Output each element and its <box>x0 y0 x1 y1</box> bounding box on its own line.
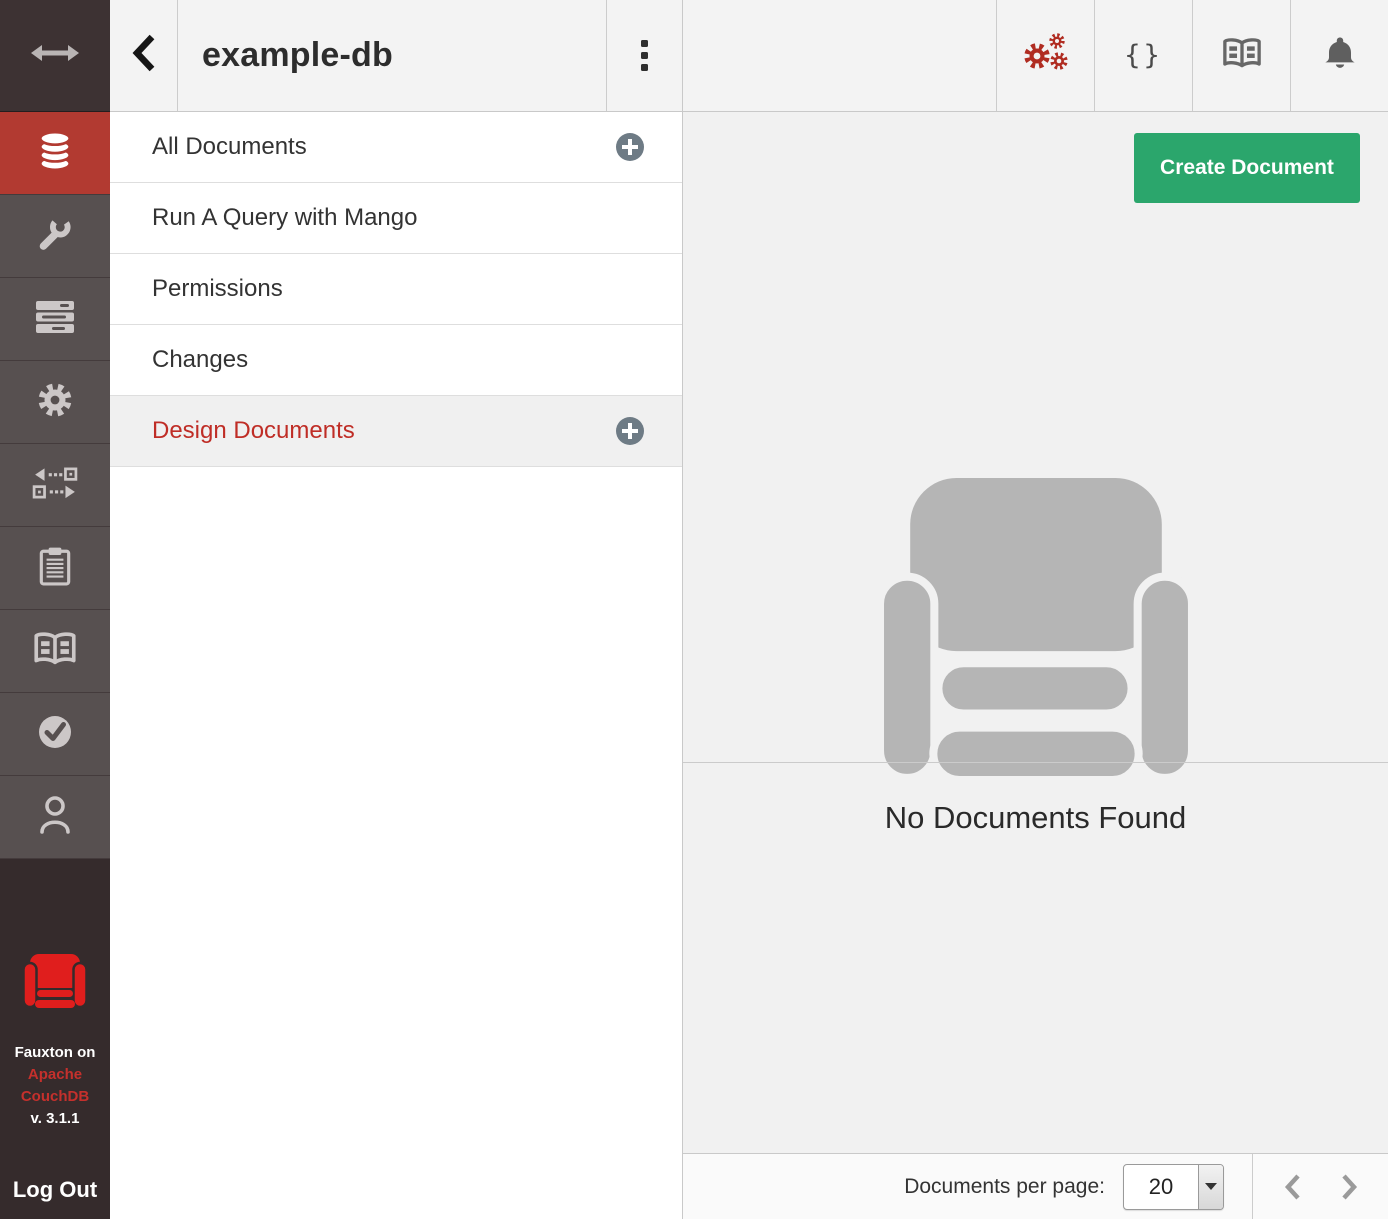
book-icon <box>32 630 78 672</box>
wrench-icon <box>36 215 74 258</box>
database-icon <box>34 129 76 178</box>
notifications-button[interactable] <box>1290 0 1388 111</box>
database-panel-header: example-db <box>110 0 682 112</box>
couch-illustration <box>880 478 1192 785</box>
main-area: {} <box>683 0 1388 1219</box>
documentation-button[interactable] <box>1192 0 1290 111</box>
pagination-footer: Documents per page: 20 <box>683 1153 1388 1219</box>
sidebar-item-documentation[interactable] <box>0 610 110 693</box>
documents-content: Create Document No Documents Found <box>683 112 1388 1153</box>
previous-page-button[interactable] <box>1283 1172 1303 1202</box>
chevron-right-icon <box>1339 1172 1359 1202</box>
database-menu: All Documents Run A Query with Mango Per… <box>110 112 682 467</box>
sidebar-item-verify[interactable] <box>0 693 110 776</box>
back-button[interactable] <box>110 0 178 111</box>
sidebar-item-active-tasks[interactable] <box>0 278 110 361</box>
add-design-document-icon[interactable] <box>616 417 644 445</box>
add-document-icon[interactable] <box>616 133 644 161</box>
chevron-left-icon <box>1283 1172 1303 1202</box>
version-number: v. 3.1.1 <box>15 1108 96 1130</box>
per-page-select[interactable]: 20 <box>1123 1164 1224 1210</box>
sidebar-item-databases[interactable] <box>0 112 110 195</box>
user-icon <box>37 794 73 841</box>
menu-item-label: Changes <box>152 346 644 374</box>
sidebar-item-configuration[interactable] <box>0 361 110 444</box>
caret-down-icon <box>1205 1183 1217 1190</box>
logout-button[interactable]: Log Out <box>13 1177 97 1203</box>
server-stack-icon <box>33 299 77 340</box>
replication-icon <box>32 466 78 505</box>
fauxton-app: Fauxton on Apache CouchDB v. 3.1.1 Log O… <box>0 0 1388 1219</box>
chevron-left-icon <box>130 32 158 79</box>
db-menu-item-permissions[interactable]: Permissions <box>110 254 682 325</box>
couch-icon <box>23 1000 87 1017</box>
db-menu-item-mango-query[interactable]: Run A Query with Mango <box>110 183 682 254</box>
json-braces-icon: {} <box>1124 40 1163 71</box>
bell-icon <box>1323 34 1357 77</box>
couchdb-logo[interactable] <box>23 953 87 1018</box>
brand-line-apache: Apache <box>15 1064 96 1086</box>
database-title-cell: example-db <box>178 0 606 111</box>
database-menu-button[interactable] <box>606 0 682 111</box>
db-menu-item-design-documents[interactable]: Design Documents <box>110 396 682 467</box>
gear-icon <box>34 379 76 426</box>
menu-item-label: Run A Query with Mango <box>152 204 644 232</box>
top-toolbar: {} <box>683 0 1388 112</box>
menu-item-label: Permissions <box>152 275 644 303</box>
database-title: example-db <box>202 36 393 75</box>
kebab-icon <box>641 40 648 71</box>
main-sidebar: Fauxton on Apache CouchDB v. 3.1.1 Log O… <box>0 0 110 1219</box>
pager-controls <box>1253 1172 1388 1202</box>
book-icon <box>1221 36 1263 75</box>
per-page-label: Documents per page: <box>904 1175 1105 1199</box>
sidebar-item-replication[interactable] <box>0 444 110 527</box>
sidebar-nav <box>0 112 110 859</box>
clipboard-icon <box>38 546 72 591</box>
content-divider <box>683 762 1388 763</box>
database-panel: example-db All Documents Run A Query wit… <box>110 0 683 1219</box>
json-api-button[interactable]: {} <box>1094 0 1192 111</box>
sidebar-footer: Fauxton on Apache CouchDB v. 3.1.1 Log O… <box>0 859 110 1219</box>
create-document-button[interactable]: Create Document <box>1134 133 1360 203</box>
sidebar-item-setup[interactable] <box>0 195 110 278</box>
api-options-button[interactable] <box>996 0 1094 111</box>
gears-icon <box>1019 29 1073 82</box>
next-page-button[interactable] <box>1339 1172 1359 1202</box>
db-menu-item-changes[interactable]: Changes <box>110 325 682 396</box>
db-menu-item-all-documents[interactable]: All Documents <box>110 112 682 183</box>
double-arrow-icon <box>29 41 81 70</box>
select-dropdown-button[interactable] <box>1198 1165 1223 1209</box>
per-page-value: 20 <box>1124 1165 1198 1209</box>
version-info: Fauxton on Apache CouchDB v. 3.1.1 <box>15 1042 96 1130</box>
menu-item-label: All Documents <box>152 133 616 161</box>
brand-line-couchdb: CouchDB <box>15 1086 96 1108</box>
check-circle-icon <box>34 711 76 758</box>
sidebar-item-account[interactable] <box>0 776 110 859</box>
brand-line: Fauxton on <box>15 1042 96 1064</box>
menu-item-label: Design Documents <box>152 417 616 445</box>
sidebar-item-tasks-clipboard[interactable] <box>0 527 110 610</box>
sidebar-collapse-button[interactable] <box>0 0 110 112</box>
empty-state-message: No Documents Found <box>683 800 1388 836</box>
